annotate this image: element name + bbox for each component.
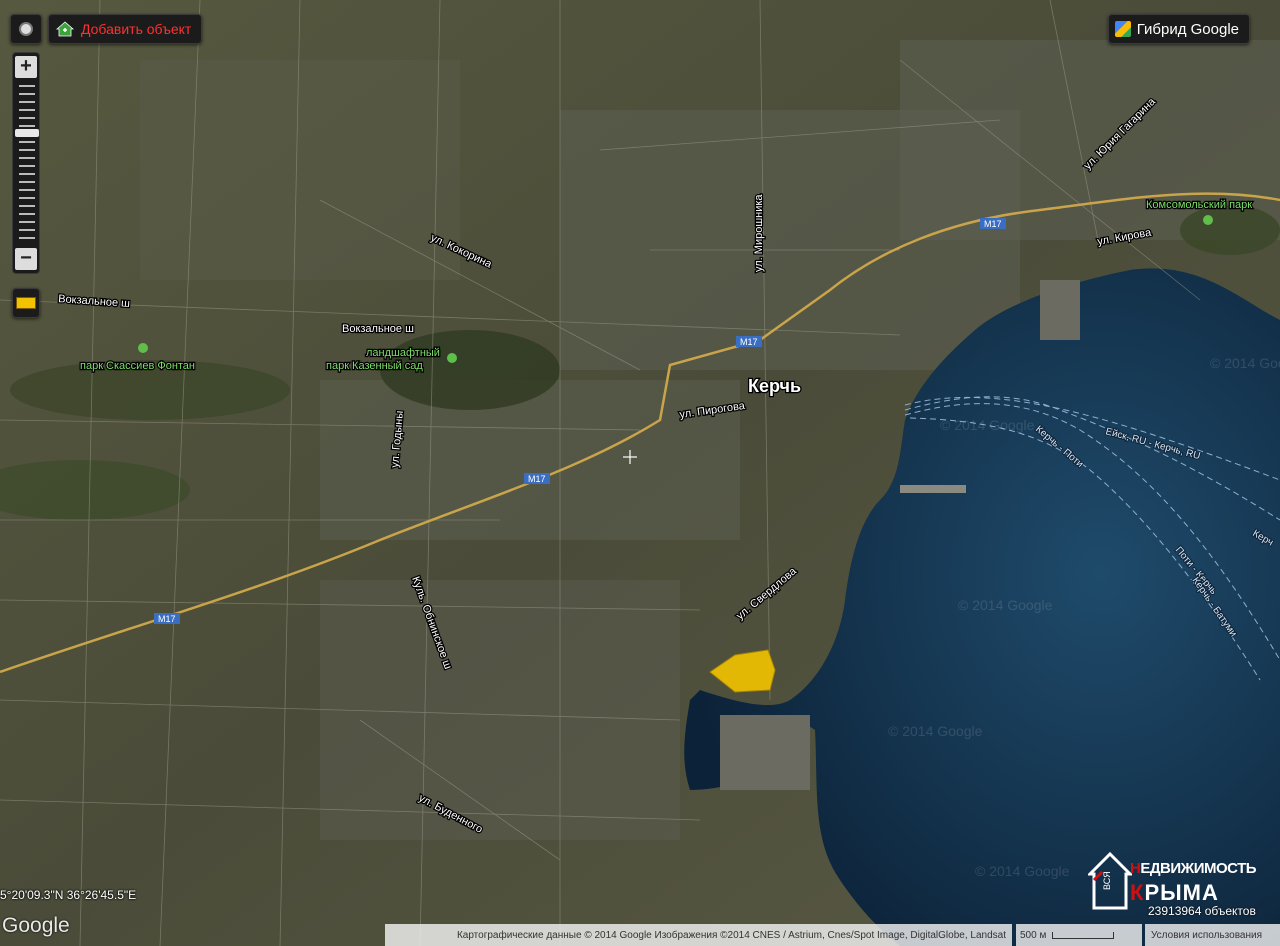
map-attribution: Картографические данные © 2014 Google Из… [385,924,1012,946]
brand-line2: КРЫМА [1130,880,1219,905]
highway-shield-label: M17 [528,474,546,484]
watermark: © 2014 Google [1210,355,1280,371]
street-label: ул. Мирошника [753,194,765,272]
urban-area [140,60,460,280]
zoom-in-button[interactable]: + [15,56,37,78]
watermark: © 2014 Google [975,863,1070,879]
watermark: © 2014 Google [958,597,1053,613]
park-label: Комсомольский парк [1146,199,1252,211]
terms-link[interactable]: Условия использования [1145,924,1280,946]
location-icon [19,22,33,36]
coordinates-readout: 5°20'09.3"N 36°26'45.5"E [0,888,137,902]
map-type-label: Гибрид Google [1136,20,1239,38]
pier [720,715,810,790]
city-label: Керчь [748,376,801,396]
highway-shield-label: M17 [740,337,758,347]
watermark: © 2014 Google [940,417,1035,433]
highway-shield-label: M17 [158,614,176,624]
add-house-icon [55,21,75,37]
park-label: парк Скассиев Фонтан [80,360,195,372]
google-maps-icon [1114,21,1131,37]
pier [1040,280,1080,340]
my-location-button[interactable] [10,14,42,44]
street-label: Вокзальное ш [342,323,414,335]
brand-vse: ВСЯ [1102,871,1112,890]
scale-bar[interactable]: 500 м [1016,924,1142,946]
zoom-out-button[interactable]: − [15,248,37,270]
add-object-button[interactable]: Добавить объект [48,14,203,44]
zoom-slider[interactable]: + − [12,52,40,274]
zoom-thumb[interactable] [15,129,39,137]
google-logo: Google [2,914,70,937]
urban-area [320,580,680,840]
brand-line1: НЕДВИЖИМОСТЬ [1130,860,1257,877]
add-object-label: Добавить объект [81,21,192,37]
watermark: © 2014 Google [888,723,983,739]
scale-label: 500 м [1020,929,1047,941]
urban-area [320,380,740,540]
highway-shield-label: M17 [984,219,1002,229]
park-area [1180,205,1280,255]
satellite-map[interactable]: Керчь ул. Кокорина Вокзальное ш Вокзальн… [0,0,1280,946]
measure-button[interactable] [12,288,40,318]
ruler-icon [16,297,36,309]
map-type-button[interactable]: Гибрид Google [1107,14,1250,44]
pier [900,485,966,493]
scale-line [1052,931,1115,939]
objects-count: 23913964 объектов [1148,904,1256,918]
